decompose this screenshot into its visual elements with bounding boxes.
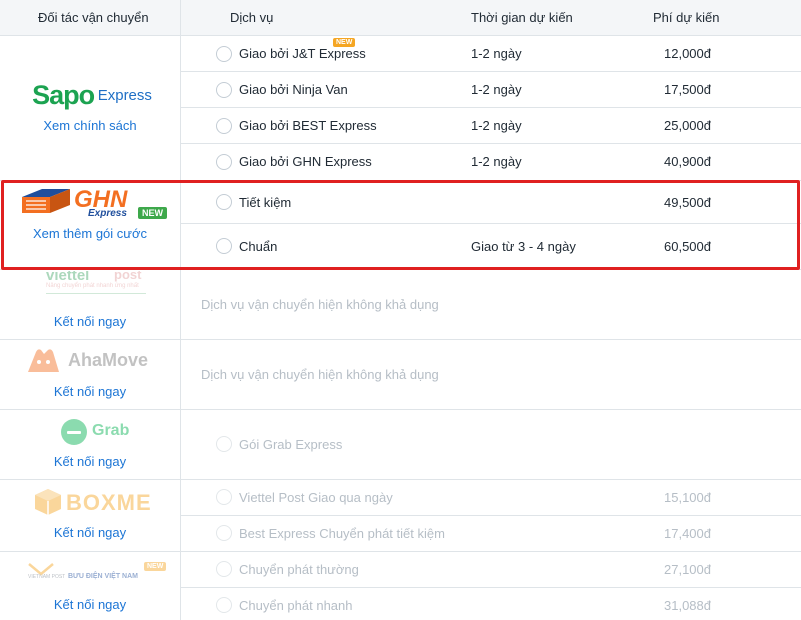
vnpost-logo-small: VIETNAM POST: [28, 574, 66, 580]
service-name: Giao bởi BEST Express: [239, 118, 377, 133]
service-row[interactable]: Giao bởi Ninja Van 1-2 ngày 17,500đ: [181, 72, 801, 107]
service-eta: 1-2 ngày: [471, 118, 522, 133]
service-row[interactable]: Giao bởi J&T Express NEW 1-2 ngày 12,000…: [181, 36, 801, 71]
service-row: Chuyển phát thường 27,100đ: [181, 552, 801, 587]
service-radio[interactable]: [216, 82, 232, 98]
service-name: Chuẩn: [239, 239, 278, 254]
service-radio[interactable]: [216, 194, 232, 210]
sapo-express-logo: Sapo Express: [0, 80, 180, 112]
ahamove-logo: AhaMove: [0, 346, 180, 376]
vnpost-connect-link[interactable]: Kết nối ngay: [0, 597, 180, 612]
service-row[interactable]: Giao bởi GHN Express 1-2 ngày 40,900đ: [181, 144, 801, 180]
service-radio[interactable]: [216, 154, 232, 170]
service-fee: 17,400đ: [664, 526, 711, 541]
vnpost-new-badge: NEW: [144, 562, 167, 571]
service-name: Gói Grab Express: [239, 437, 343, 452]
service-fee: 12,000đ: [664, 46, 711, 61]
ghn-express-logo: GHN Express NEW: [0, 186, 180, 220]
shipping-partner-table: Đối tác vận chuyển Dịch vụ Thời gian dự …: [0, 0, 801, 620]
boxme-logo-main: BOXME: [66, 490, 152, 515]
grab-circle-icon: [61, 419, 87, 445]
service-name: Chuyển phát thường: [239, 562, 359, 577]
viettel-connect-link[interactable]: Kết nối ngay: [0, 314, 180, 329]
sapo-policy-link[interactable]: Xem chính sách: [0, 118, 180, 133]
service-row: Viettel Post Giao qua ngày 15,100đ: [181, 480, 801, 515]
ghn-box-icon: [22, 189, 70, 213]
service-radio: [216, 525, 232, 541]
service-name: Giao bởi Ninja Van: [239, 82, 348, 97]
sapo-logo-sub: Express: [97, 87, 152, 104]
service-row: Chuyển phát nhanh 31,088đ: [181, 588, 801, 620]
service-radio: [216, 597, 232, 613]
service-radio: [216, 489, 232, 505]
service-name: Giao bởi GHN Express: [239, 154, 372, 169]
new-badge: NEW: [333, 38, 356, 47]
service-eta: 1-2 ngày: [471, 154, 522, 169]
service-fee: 40,900đ: [664, 154, 711, 169]
viettel-logo-tagline: Nâng chuyển phát nhanh ứng nhất: [46, 283, 139, 289]
ghn-new-badge: NEW: [138, 207, 167, 219]
service-fee: 25,000đ: [664, 118, 711, 133]
vnpost-logo: VIETNAM POST BƯU ĐIỆN VIỆT NAM NEW: [0, 560, 180, 588]
grab-connect-link[interactable]: Kết nối ngay: [0, 454, 180, 469]
boxme-box-icon: [35, 489, 61, 515]
service-name: Best Express Chuyển phát tiết kiệm: [239, 526, 445, 541]
sapo-logo-main: Sapo: [32, 80, 95, 110]
service-fee: 27,100đ: [664, 562, 711, 577]
boxme-logo: BOXME: [0, 486, 180, 520]
service-name: Chuyển phát nhanh: [239, 598, 353, 613]
service-radio[interactable]: [216, 46, 232, 62]
service-unavailable-text: Dịch vụ vận chuyển hiện không khả dụng: [201, 367, 439, 382]
group-divider: [0, 269, 801, 270]
header-fee: Phí dự kiến: [653, 10, 720, 25]
service-name: Giao bởi J&T Express: [239, 46, 366, 61]
viettel-logo-sub: post: [114, 271, 142, 282]
viettel-post-logo: viettel post Nâng chuyển phát nhanh ứng …: [0, 271, 180, 311]
viettel-logo-underline: [46, 293, 146, 294]
boxme-connect-link[interactable]: Kết nối ngay: [0, 525, 180, 540]
service-row[interactable]: Giao bởi BEST Express 1-2 ngày 25,000đ: [181, 108, 801, 143]
service-row[interactable]: Tiết kiệm 49,500đ: [181, 181, 801, 223]
service-row: Gói Grab Express: [181, 410, 801, 479]
service-eta: 1-2 ngày: [471, 82, 522, 97]
service-radio[interactable]: [216, 238, 232, 254]
service-row[interactable]: Chuẩn Giao từ 3 - 4 ngày 60,500đ: [181, 224, 801, 269]
service-radio: [216, 561, 232, 577]
header-partner: Đối tác vận chuyển: [38, 10, 149, 25]
grab-logo: Grab: [0, 418, 180, 448]
ghn-logo-sub: Express: [88, 208, 127, 219]
service-name: Tiết kiệm: [239, 195, 292, 210]
service-eta: Giao từ 3 - 4 ngày: [471, 239, 576, 254]
group-divider: [0, 339, 801, 340]
service-fee: 17,500đ: [664, 82, 711, 97]
service-radio: [216, 436, 232, 452]
header-eta: Thời gian dự kiến: [471, 10, 573, 25]
ahamove-connect-link[interactable]: Kết nối ngay: [0, 384, 180, 399]
table-header: Đối tác vận chuyển Dịch vụ Thời gian dự …: [0, 0, 801, 36]
service-fee: 60,500đ: [664, 239, 711, 254]
ahamove-mascot-icon: [28, 349, 59, 372]
vnpost-logo-main: BƯU ĐIỆN VIỆT NAM: [68, 573, 138, 580]
service-fee: 15,100đ: [664, 490, 711, 505]
ahamove-logo-main: AhaMove: [68, 350, 149, 370]
service-row: Best Express Chuyển phát tiết kiệm 17,40…: [181, 516, 801, 551]
ghn-more-packages-link[interactable]: Xem thêm gói cước: [0, 226, 180, 241]
service-name: Viettel Post Giao qua ngày: [239, 490, 393, 505]
service-fee: 31,088đ: [664, 598, 711, 613]
service-eta: 1-2 ngày: [471, 46, 522, 61]
service-radio[interactable]: [216, 118, 232, 134]
service-unavailable-text: Dịch vụ vận chuyển hiện không khả dụng: [201, 297, 439, 312]
header-service: Dịch vụ: [230, 10, 274, 25]
service-fee: 49,500đ: [664, 195, 711, 210]
grab-logo-main: Grab: [92, 422, 130, 439]
